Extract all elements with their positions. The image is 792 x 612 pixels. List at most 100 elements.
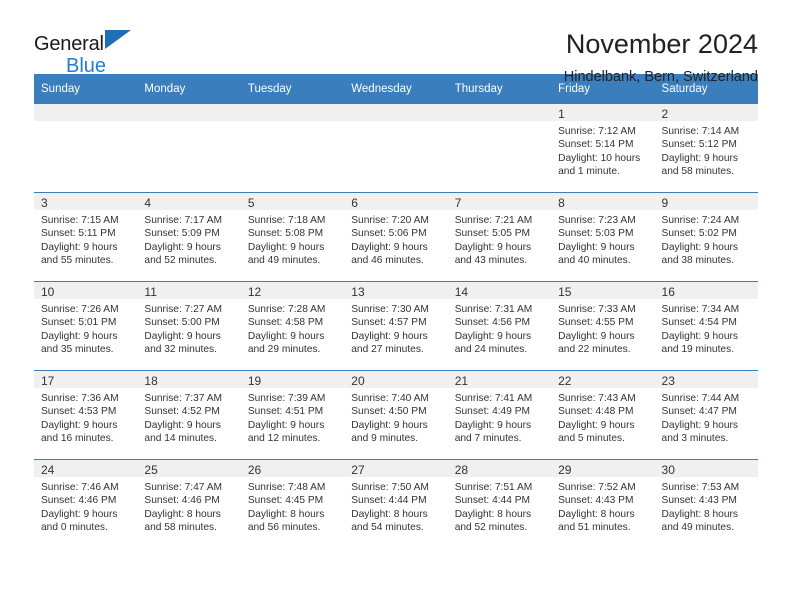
sunrise-text: Sunrise: 7:37 AM xyxy=(144,393,223,404)
sunrise-text: Sunrise: 7:26 AM xyxy=(41,304,119,315)
calendar-day-cell[interactable]: 7 Sunrise: 7:21 AM Sunset: 5:05 PM Daylight… xyxy=(447,192,552,282)
calendar-day-cell[interactable]: 21 Sunrise: 7:41 AM Sunset: 4:49 PM Dayligh… xyxy=(447,370,552,460)
day-number xyxy=(137,104,241,121)
daylight-text-line2: and 22 minutes. xyxy=(558,343,631,355)
sunset-text: Sunset: 4:47 PM xyxy=(661,406,737,418)
calendar-day-cell[interactable]: 30 Sunrise: 7:53 AM Sunset: 4:43 PM Dayligh… xyxy=(654,459,758,549)
sunset-text: Sunset: 4:57 PM xyxy=(351,317,427,329)
calendar-day-cell[interactable]: 2 Sunrise: 7:14 AM Sunset: 5:12 PM Daylight… xyxy=(654,103,758,193)
sunset-text: Sunset: 4:49 PM xyxy=(454,406,531,418)
day-number: 3 xyxy=(34,193,138,210)
calendar-day-cell[interactable]: 16 Sunrise: 7:34 AM Sunset: 4:54 PM Dayligh… xyxy=(654,281,758,371)
calendar-day-cell[interactable]: 1 Sunrise: 7:12 AM Sunset: 5:14 PM Daylight… xyxy=(551,103,655,193)
daylight-text-line2: and 35 minutes. xyxy=(41,343,114,355)
calendar-day-cell[interactable]: 23 Sunrise: 7:44 AM Sunset: 4:47 PM Dayligh… xyxy=(654,370,758,460)
daylight-text-line1: Daylight: 9 hours xyxy=(454,241,532,253)
sunrise-text: Sunrise: 7:40 AM xyxy=(351,393,429,404)
day-details: Sunrise: 7:31 AM Sunset: 4:56 PM Daylight:… xyxy=(448,299,551,356)
weekday-header-monday: Monday xyxy=(137,74,241,104)
calendar-day-cell[interactable]: 24 Sunrise: 7:46 AM Sunset: 4:46 PM Dayligh… xyxy=(34,459,138,549)
sunrise-text: Sunrise: 7:53 AM xyxy=(661,482,740,493)
calendar-day-cell[interactable]: 26 Sunrise: 7:48 AM Sunset: 4:45 PM Dayligh… xyxy=(240,459,345,549)
sunrise-text: Sunrise: 7:46 AM xyxy=(41,482,119,493)
day-number: 26 xyxy=(240,460,345,477)
day-details: Sunrise: 7:15 AM Sunset: 5:11 PM Daylight:… xyxy=(34,210,137,267)
day-number: 8 xyxy=(551,193,655,210)
daylight-text-line1: Daylight: 9 hours xyxy=(454,419,532,431)
calendar-day-cell[interactable]: 12 Sunrise: 7:28 AM Sunset: 4:58 PM Dayligh… xyxy=(240,281,345,371)
daylight-text-line2: and 43 minutes. xyxy=(454,254,528,266)
weekday-header-wednesday: Wednesday xyxy=(344,74,448,104)
calendar-day-cell[interactable]: 19 Sunrise: 7:39 AM Sunset: 4:51 PM Dayligh… xyxy=(240,370,345,460)
calendar-day-cell[interactable]: 15 Sunrise: 7:33 AM Sunset: 4:55 PM Dayligh… xyxy=(551,281,655,371)
calendar-day-cell[interactable]: 28 Sunrise: 7:51 AM Sunset: 4:44 PM Dayligh… xyxy=(447,459,552,549)
day-number: 22 xyxy=(551,371,655,388)
daylight-text-line2: and 55 minutes. xyxy=(41,254,114,266)
calendar-grid: Sunday Monday Tuesday Wednesday Thursday Frid… xyxy=(34,74,758,549)
daylight-text-line1: Daylight: 8 hours xyxy=(558,508,635,520)
calendar-week-row: 1 Sunrise: 7:12 AM Sunset: 5:14 PM Daylight… xyxy=(34,103,758,193)
day-number: 5 xyxy=(240,193,345,210)
calendar-day-cell[interactable]: 11 Sunrise: 7:27 AM Sunset: 5:00 PM Dayligh… xyxy=(137,281,241,371)
day-number: 6 xyxy=(344,193,448,210)
calendar-day-cell[interactable]: 3 Sunrise: 7:15 AM Sunset: 5:11 PM Daylight… xyxy=(34,192,138,282)
daylight-text-line1: Daylight: 9 hours xyxy=(454,330,532,342)
sunset-text: Sunset: 5:03 PM xyxy=(558,228,634,240)
calendar-day-cell[interactable]: 27 Sunrise: 7:50 AM Sunset: 4:44 PM Dayligh… xyxy=(344,459,448,549)
logo-text-blue: Blue xyxy=(66,55,107,77)
calendar-day-cell[interactable]: 29 Sunrise: 7:52 AM Sunset: 4:43 PM Dayligh… xyxy=(551,459,655,549)
sunset-text: Sunset: 4:43 PM xyxy=(661,495,737,507)
daylight-text-line2: and 14 minutes. xyxy=(144,432,217,444)
daylight-text-line2: and 9 minutes. xyxy=(351,432,419,444)
logo-text-general: General xyxy=(34,33,104,55)
sunset-text: Sunset: 4:54 PM xyxy=(661,317,737,329)
day-details: Sunrise: 7:20 AM Sunset: 5:06 PM Daylight:… xyxy=(344,210,447,267)
calendar-day-cell[interactable]: 6 Sunrise: 7:20 AM Sunset: 5:06 PM Daylight… xyxy=(344,192,448,282)
calendar-day-cell[interactable]: 14 Sunrise: 7:31 AM Sunset: 4:56 PM Dayligh… xyxy=(447,281,552,371)
sunset-text: Sunset: 5:00 PM xyxy=(144,317,220,329)
weekday-header-sunday: Sunday xyxy=(34,74,138,104)
calendar-week-row: 17 Sunrise: 7:36 AM Sunset: 4:53 PM Dayligh… xyxy=(34,370,758,460)
daylight-text-line1: Daylight: 9 hours xyxy=(144,330,221,342)
sunrise-text: Sunrise: 7:30 AM xyxy=(351,304,429,315)
calendar-day-cell[interactable]: 18 Sunrise: 7:37 AM Sunset: 4:52 PM Dayligh… xyxy=(137,370,241,460)
sunrise-text: Sunrise: 7:24 AM xyxy=(661,215,740,226)
day-details: Sunrise: 7:27 AM Sunset: 5:00 PM Daylight:… xyxy=(137,299,240,356)
calendar-day-cell[interactable]: 4 Sunrise: 7:17 AM Sunset: 5:09 PM Daylight… xyxy=(137,192,241,282)
daylight-text-line2: and 54 minutes. xyxy=(351,521,424,533)
calendar-day-cell[interactable]: 17 Sunrise: 7:36 AM Sunset: 4:53 PM Dayligh… xyxy=(34,370,138,460)
day-details: Sunrise: 7:34 AM Sunset: 4:54 PM Daylight:… xyxy=(655,299,758,356)
day-number xyxy=(344,104,448,121)
calendar-day-cell[interactable]: 13 Sunrise: 7:30 AM Sunset: 4:57 PM Dayligh… xyxy=(344,281,448,371)
daylight-text-line1: Daylight: 9 hours xyxy=(247,241,325,253)
calendar-day-cell[interactable]: 5 Sunrise: 7:18 AM Sunset: 5:08 PM Daylight… xyxy=(240,192,345,282)
day-details: Sunrise: 7:51 AM Sunset: 4:44 PM Daylight:… xyxy=(448,477,551,534)
daylight-text-line2: and 3 minutes. xyxy=(661,432,729,444)
calendar-day-cell[interactable]: 8 Sunrise: 7:23 AM Sunset: 5:03 PM Daylight… xyxy=(551,192,655,282)
daylight-text-line2: and 16 minutes. xyxy=(41,432,114,444)
sunset-text: Sunset: 5:12 PM xyxy=(661,139,737,151)
day-details: Sunrise: 7:44 AM Sunset: 4:47 PM Daylight:… xyxy=(655,388,758,445)
day-number xyxy=(447,104,552,121)
sunset-text: Sunset: 4:55 PM xyxy=(558,317,634,329)
calendar-day-cell[interactable]: 22 Sunrise: 7:43 AM Sunset: 4:48 PM Dayligh… xyxy=(551,370,655,460)
day-number: 28 xyxy=(447,460,552,477)
sunrise-text: Sunrise: 7:48 AM xyxy=(247,482,326,493)
daylight-text-line2: and 38 minutes. xyxy=(661,254,735,266)
sunrise-text: Sunrise: 7:34 AM xyxy=(661,304,740,315)
calendar-day-cell[interactable]: 20 Sunrise: 7:40 AM Sunset: 4:50 PM Dayligh… xyxy=(344,370,448,460)
day-details: Sunrise: 7:41 AM Sunset: 4:49 PM Daylight:… xyxy=(448,388,551,445)
daylight-text-line1: Daylight: 8 hours xyxy=(247,508,325,520)
calendar-cell-empty xyxy=(447,103,552,193)
calendar-day-cell[interactable]: 25 Sunrise: 7:47 AM Sunset: 4:46 PM Dayligh… xyxy=(137,459,241,549)
logo-triangle-icon xyxy=(105,30,131,49)
day-number: 30 xyxy=(654,460,758,477)
sunrise-text: Sunrise: 7:44 AM xyxy=(661,393,740,404)
daylight-text-line1: Daylight: 8 hours xyxy=(351,508,428,520)
sunset-text: Sunset: 5:14 PM xyxy=(558,139,634,151)
day-number: 24 xyxy=(34,460,138,477)
day-details: Sunrise: 7:46 AM Sunset: 4:46 PM Daylight:… xyxy=(34,477,137,534)
calendar-day-cell[interactable]: 10 Sunrise: 7:26 AM Sunset: 5:01 PM Dayligh… xyxy=(34,281,138,371)
day-details: Sunrise: 7:18 AM Sunset: 5:08 PM Daylight:… xyxy=(241,210,344,267)
calendar-day-cell[interactable]: 9 Sunrise: 7:24 AM Sunset: 5:02 PM Daylight… xyxy=(654,192,758,282)
